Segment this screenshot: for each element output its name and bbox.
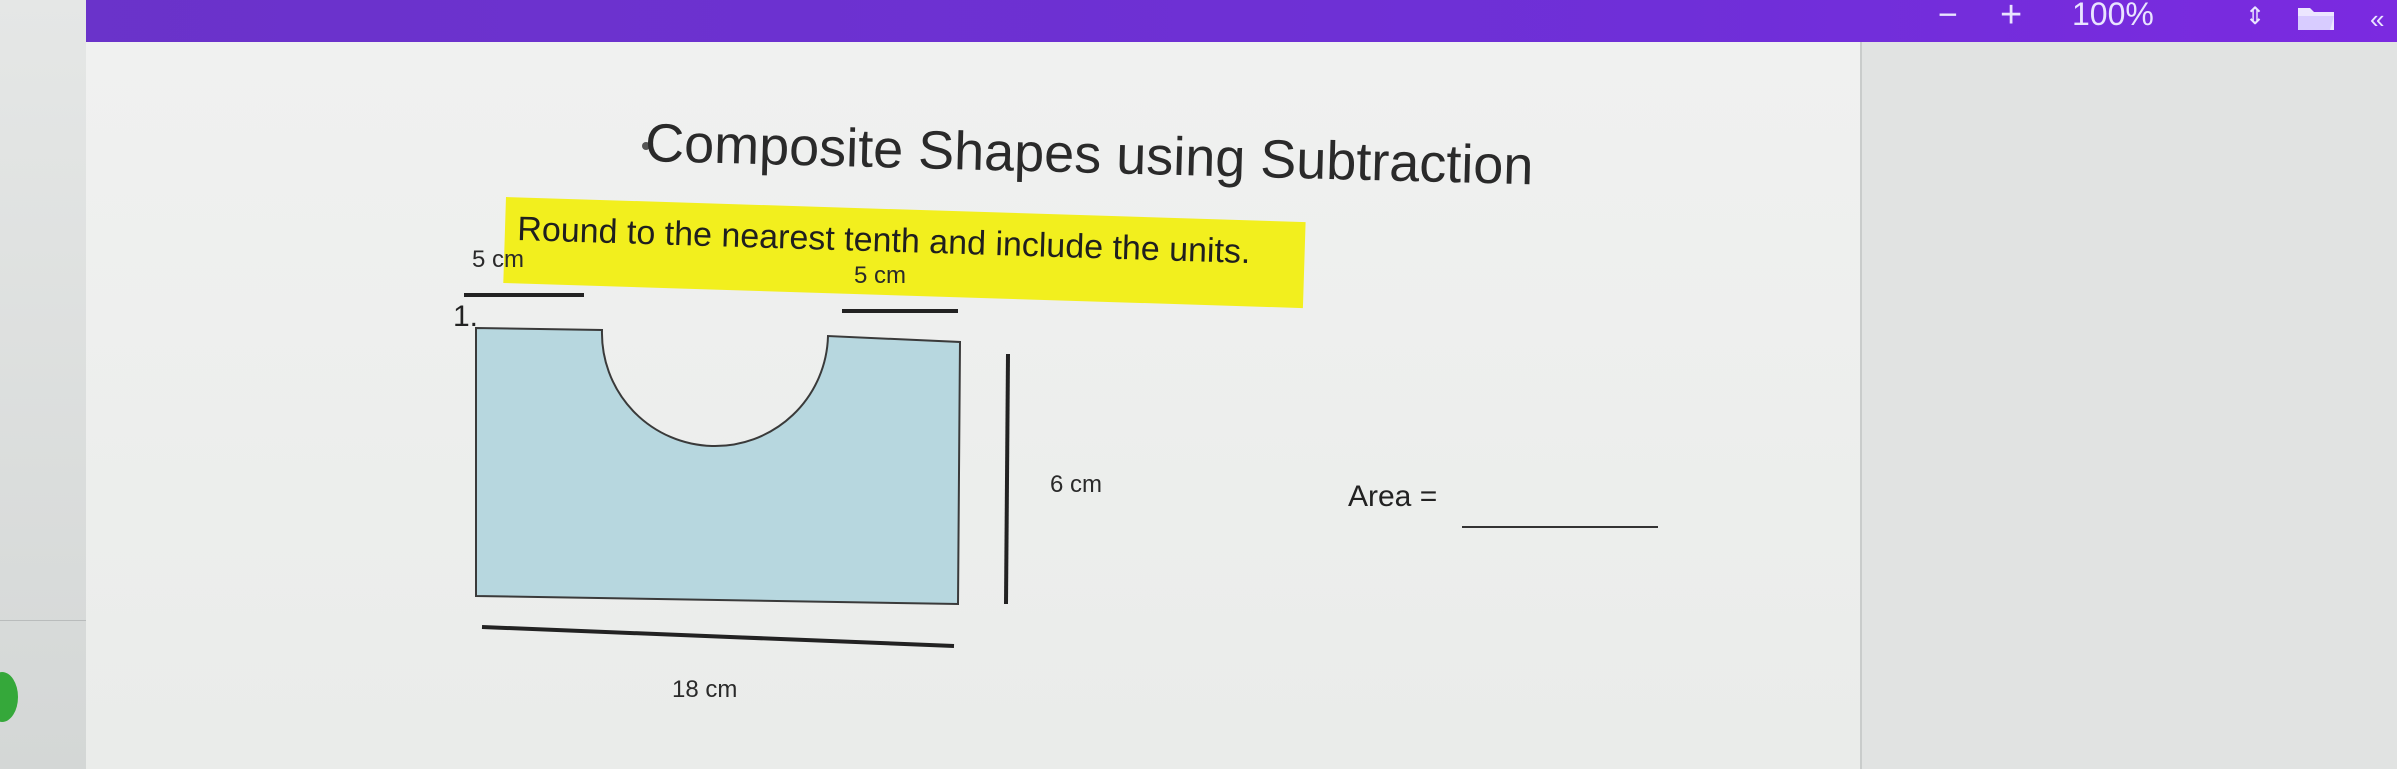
zoom-in-button[interactable]: + [2000,0,2022,37]
top-toolbar: − + 100% ⇕ « [0,0,2397,42]
area-label: Area = [1348,480,1438,513]
height-dimension-line [1004,353,1010,605]
zoom-dropdown-icon[interactable]: ⇕ [2245,2,2265,31]
base-dimension-label: 18 cm [672,676,737,703]
folder-icon[interactable] [2296,4,2336,32]
zoom-out-button[interactable]: − [1938,0,1958,35]
divider [0,620,86,621]
height-dimension-label: 6 cm [1050,471,1102,498]
status-indicator [0,672,18,722]
worksheet-page: Composite Shapes using Subtraction Round… [86,42,1860,769]
top-right-dimension-label: 5 cm [854,262,906,289]
base-dimension-line [481,625,955,648]
left-gutter [0,0,86,769]
top-left-dimension-label: 5 cm [472,246,524,273]
zoom-level[interactable]: 100% [2072,0,2154,33]
area-answer-blank [1462,526,1658,528]
composite-shape [475,326,962,606]
composite-shape-figure: 5 cm 5 cm 6 cm 18 cm [464,246,1102,703]
right-margin [1860,42,2397,769]
collapse-icon[interactable]: « [2370,4,2384,35]
